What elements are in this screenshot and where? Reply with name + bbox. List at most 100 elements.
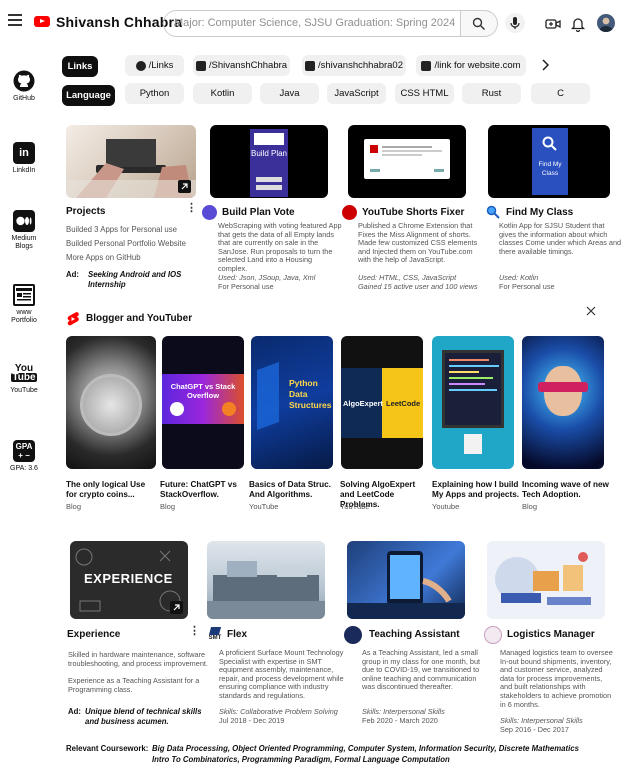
sidebar-label-linkedin: LinkdIn — [12, 167, 36, 174]
more-options-icon[interactable]: ⋮ — [186, 203, 197, 214]
sidebar-item-medium[interactable]: Medium Blogs — [4, 210, 44, 251]
build-plan-thumb-text: Build Plan — [250, 149, 288, 158]
online-learning-image — [347, 551, 465, 619]
shorts-logo-icon — [67, 312, 79, 326]
flex-skills: Skills: Collaborative Problem Solving — [219, 707, 338, 716]
short-thumbnail-algoexpert[interactable]: AlgoExpert LeetCode — [341, 336, 423, 469]
logistics-manager-title[interactable]: Logistics Manager — [507, 629, 595, 640]
short-source: YouTube — [340, 502, 370, 511]
python-thumb-text: Python Data Structures — [289, 378, 332, 410]
find-my-class-title[interactable]: Find My Class — [506, 207, 573, 218]
short-thumbnail-python[interactable]: Python Data Structures — [251, 336, 333, 469]
short-title[interactable]: The only logical Use for crypto coins... — [66, 480, 158, 500]
sidebar-item-portfolio[interactable]: www Portfolio — [4, 284, 44, 325]
sidebar-item-gpa[interactable]: GPA + − GPA: 3.6 — [4, 440, 44, 473]
chip-lang-java[interactable]: Java — [260, 83, 319, 104]
projects-thumbnail[interactable] — [66, 125, 196, 198]
teaching-assistant-thumbnail[interactable] — [347, 541, 465, 619]
youtube-shorts-fixer-title[interactable]: YouTube Shorts Fixer — [362, 207, 464, 218]
flex-title[interactable]: Flex — [227, 629, 247, 640]
open-external-icon[interactable] — [178, 180, 191, 193]
logistics-manager-avatar[interactable] — [484, 626, 502, 644]
short-thumbnail-tech[interactable] — [522, 336, 604, 469]
find-my-class-thumbnail[interactable]: Find My Class — [488, 125, 610, 198]
build-plan-title[interactable]: Build Plan Vote — [222, 207, 295, 218]
build-plan-used: Used: Json, JSoup, Java, Xml — [218, 273, 316, 282]
projects-title: Projects — [66, 206, 106, 217]
projects-line: Builded 3 Apps for Personal use — [66, 225, 177, 234]
ta-skills: Skills: Interpersonal Skills — [362, 707, 445, 716]
find-my-class-channel-icon[interactable] — [486, 205, 500, 219]
more-options-icon[interactable]: ⋮ — [189, 626, 200, 637]
logistics-manager-thumbnail[interactable] — [487, 541, 605, 619]
flex-thumbnail[interactable] — [207, 541, 325, 619]
notification-bell-icon[interactable] — [570, 16, 586, 32]
chip-links-linkedin[interactable]: /ShivanshChhabra — [193, 55, 290, 76]
mic-icon — [510, 17, 520, 29]
open-external-icon[interactable] — [170, 601, 183, 614]
sidebar-label-medium: Medium Blogs — [11, 235, 37, 250]
coin-image — [80, 374, 142, 436]
build-plan-desc: WebScraping with voting featured App tha… — [218, 221, 342, 273]
chip-language-active[interactable]: Language — [62, 85, 115, 106]
flex-logo[interactable]: SMT — [207, 627, 223, 641]
chip-links-active[interactable]: Links — [62, 56, 98, 77]
chip-label: /Links — [148, 60, 174, 71]
build-plan-channel-avatar[interactable] — [202, 205, 217, 220]
experience-title: Experience — [67, 629, 121, 640]
coursework-line-1: Big Data Processing, Object Oriented Pro… — [152, 744, 579, 753]
create-video-icon[interactable] — [545, 16, 561, 32]
chip-lang-kotlin[interactable]: Kotlin — [193, 83, 252, 104]
build-plan-thumbnail[interactable]: Build Plan — [210, 125, 328, 198]
chip-lang-c[interactable]: C — [531, 83, 590, 104]
search-input[interactable]: Major: Computer Science, SJSU Graduation… — [163, 10, 461, 37]
user-avatar[interactable] — [597, 14, 615, 32]
teaching-assistant-avatar[interactable] — [344, 626, 362, 644]
search-button[interactable] — [461, 10, 498, 37]
short-title[interactable]: Incoming wave of new Tech Adoption. — [522, 480, 614, 500]
short-title[interactable]: Basics of Data Struc. And Algorithms. — [249, 480, 341, 500]
experience-line: Skilled in hardware maintenance, softwar… — [68, 650, 208, 668]
chip-lang-javascript[interactable]: JavaScript — [327, 83, 386, 104]
sidebar-label-github: GitHub — [13, 95, 35, 102]
youtube-shorts-fixer-thumbnail[interactable] — [348, 125, 466, 198]
yt-fixer-used: Used: HTML, CSS, JavaScript — [358, 273, 457, 282]
phone-screen: Build Plan — [250, 129, 288, 197]
chip-links-youtube[interactable]: /shivanshchhabra02 — [302, 55, 406, 76]
linkedin-icon: in — [13, 142, 35, 164]
projects-lines: Builded 3 Apps for Personal use Builded … — [66, 223, 201, 265]
chip-lang-css-html[interactable]: CSS HTML — [395, 83, 454, 104]
youtube-logo-icon[interactable] — [34, 16, 50, 27]
short-thumbnail-chatgpt[interactable]: ChatGPT vs Stack Overflow — [162, 336, 244, 469]
search-icon — [472, 17, 485, 30]
youtube-shorts-fixer-channel-avatar[interactable] — [342, 205, 357, 220]
find-class-used: Used: Kotlin — [499, 273, 539, 282]
experience-thumbnail[interactable]: EXPERIENCE — [70, 541, 188, 619]
logistics-illustration-image — [495, 552, 591, 605]
sidebar-item-linkedin[interactable]: in LinkdIn — [4, 142, 44, 175]
shorts-section-title: Blogger and YouTuber — [86, 313, 193, 324]
laptop-hands-image — [66, 139, 196, 198]
sign-up-button-image — [256, 177, 282, 182]
chip-links-website[interactable]: /link for website.com — [416, 55, 526, 76]
sidebar-label-youtube: YouTube — [10, 387, 38, 394]
close-icon[interactable] — [586, 306, 596, 316]
github-small-icon — [135, 60, 146, 71]
chip-lang-rust[interactable]: Rust — [462, 83, 521, 104]
menu-icon[interactable] — [8, 14, 22, 26]
sidebar-item-youtube[interactable]: You Tube YouTube — [4, 362, 44, 395]
sidebar-item-github[interactable]: GitHub — [4, 70, 44, 103]
short-thumbnail-crypto[interactable] — [66, 336, 156, 469]
teaching-assistant-title[interactable]: Teaching Assistant — [369, 629, 460, 640]
short-title[interactable]: Future: ChatGPT vs StackOverflow. — [160, 480, 250, 500]
chevron-right-icon[interactable] — [540, 58, 550, 72]
chip-lang-python[interactable]: Python — [125, 83, 184, 104]
mic-button[interactable] — [505, 13, 525, 33]
chip-links-github[interactable]: /Links — [125, 55, 184, 76]
factory-machine-image — [207, 561, 325, 619]
short-title[interactable]: Explaining how I build My Apps and proje… — [432, 480, 524, 500]
linkedin-small-icon — [195, 60, 206, 71]
chip-label: /ShivanshChhabra — [208, 60, 288, 71]
short-thumbnail-apps[interactable] — [432, 336, 514, 469]
experience-thumb-text: EXPERIENCE — [84, 571, 173, 586]
